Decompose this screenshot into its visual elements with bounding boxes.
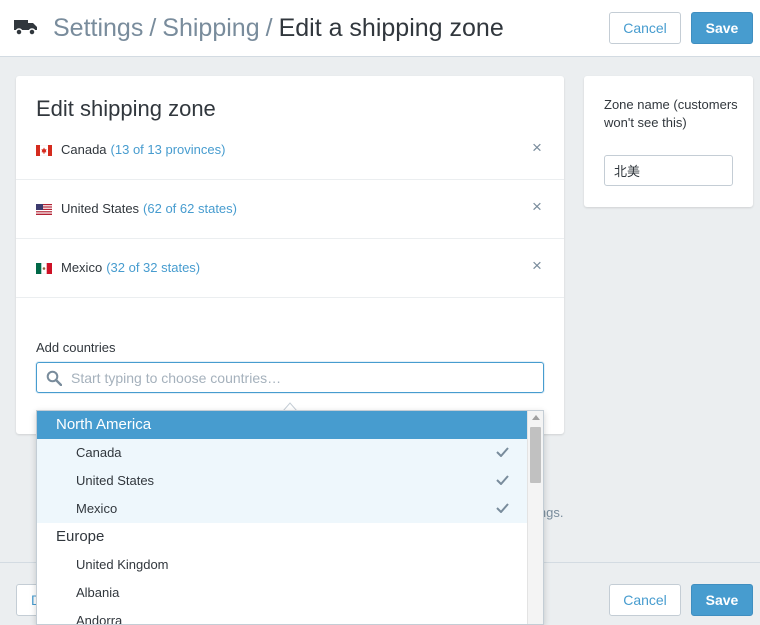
dropdown-option[interactable]: Albania [37, 579, 528, 607]
zone-row-mexico: Mexico (32 of 32 states) × [16, 239, 564, 298]
zone-region-count-link[interactable]: (62 of 62 states) [143, 201, 237, 216]
option-label: United States [76, 473, 155, 488]
breadcrumb-separator: / [149, 14, 157, 42]
dropdown-option[interactable]: United States [37, 467, 528, 495]
dropdown-scrollbar[interactable] [527, 411, 543, 624]
top-bar: Settings / Shipping / Edit a shipping zone C… [0, 0, 760, 57]
checkmark-icon [496, 503, 509, 513]
page-title: Edit a shipping zone [278, 14, 504, 42]
footer-save-button[interactable]: Save [691, 584, 753, 616]
add-countries-label: Add countries [36, 340, 116, 355]
zone-row-canada: Canada (13 of 13 provinces) × [16, 121, 564, 180]
checkmark-icon [496, 475, 509, 485]
option-label: Albania [76, 585, 120, 600]
country-dropdown: North America Canada United States Mexic… [36, 410, 544, 625]
header-save-button[interactable]: Save [691, 12, 753, 44]
country-search-box[interactable] [36, 362, 544, 393]
dropdown-option[interactable]: Canada [37, 439, 528, 467]
scrollbar-thumb[interactable] [530, 427, 541, 483]
breadcrumb-separator: / [265, 14, 273, 42]
remove-canada-icon[interactable]: × [530, 139, 544, 156]
option-label: Mexico [76, 501, 118, 516]
checkmark-icon [496, 447, 509, 457]
search-icon [46, 370, 62, 386]
country-option-list: North America Canada United States Mexic… [37, 411, 528, 625]
zone-country-name: Mexico [61, 260, 103, 275]
dropdown-group-europe[interactable]: Europe [37, 523, 528, 551]
dropdown-option[interactable]: Mexico [37, 495, 528, 523]
dropdown-option[interactable]: Andorra [37, 607, 528, 625]
scroll-up-arrow-icon[interactable] [532, 415, 540, 420]
zone-country-name: Canada [61, 142, 107, 157]
breadcrumb-shipping[interactable]: Shipping [162, 14, 259, 42]
usa-flag-icon [36, 204, 52, 215]
card-title: Edit shipping zone [36, 96, 216, 121]
zone-country-name: United States [61, 201, 140, 216]
dropdown-group-north-america[interactable]: North America [37, 411, 528, 439]
zone-row-united-states: United States (62 of 62 states) × [16, 180, 564, 239]
country-search-input[interactable] [71, 367, 531, 389]
zone-name-input[interactable] [604, 155, 733, 186]
breadcrumb: Settings / Shipping / Edit a shipping zone [53, 12, 504, 44]
remove-united-states-icon[interactable]: × [530, 198, 544, 215]
remove-mexico-icon[interactable]: × [530, 257, 544, 274]
edit-zone-card: Edit shipping zone Canada (13 of 13 provi… [16, 76, 564, 434]
dropdown-option[interactable]: United Kingdom [37, 551, 528, 579]
canada-flag-icon [36, 145, 52, 156]
option-label: Canada [76, 445, 122, 460]
footer-cancel-button[interactable]: Cancel [609, 584, 681, 616]
header-cancel-button[interactable]: Cancel [609, 12, 681, 44]
zone-name-card: Zone name (customers won't see this) [584, 76, 753, 207]
zone-region-count-link[interactable]: (32 of 32 states) [106, 260, 200, 275]
truck-icon [14, 20, 37, 36]
zone-region-count-link[interactable]: (13 of 13 provinces) [111, 142, 226, 157]
zone-name-label: Zone name (customers won't see this) [604, 97, 738, 130]
breadcrumb-settings[interactable]: Settings [53, 14, 143, 42]
mexico-flag-icon [36, 263, 52, 274]
option-label: Andorra [76, 613, 123, 625]
option-label: United Kingdom [76, 557, 169, 572]
